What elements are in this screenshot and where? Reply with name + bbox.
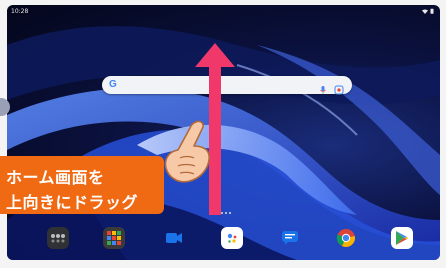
- battery-icon: [430, 8, 434, 16]
- page-dot: [221, 212, 223, 214]
- google-logo: G: [109, 79, 117, 90]
- home-screen[interactable]: 10:28 G: [7, 5, 440, 260]
- meet-app-icon[interactable]: [163, 227, 185, 249]
- mic-icon[interactable]: [318, 80, 328, 94]
- lens-icon[interactable]: [334, 80, 344, 95]
- callout-line-1: ホーム画面を: [6, 168, 105, 187]
- play-store-app-icon[interactable]: [391, 227, 413, 249]
- app-dock: [39, 227, 419, 253]
- pointing-hand-icon: [164, 120, 210, 183]
- page-indicator: [221, 212, 231, 214]
- assistant-app-icon[interactable]: [221, 227, 243, 249]
- page-dot: [229, 212, 231, 214]
- app-grid-icon[interactable]: [103, 227, 125, 249]
- tablet-frame: 10:28 G ホーム画面を 上向きにドラッグ: [0, 0, 446, 268]
- chrome-app-icon[interactable]: [335, 227, 357, 249]
- callout-line-2: 上向きにドラッグ: [6, 193, 139, 212]
- messages-app-icon[interactable]: [279, 227, 301, 249]
- status-icons: [422, 8, 434, 16]
- status-bar: 10:28: [7, 5, 440, 17]
- folder-app-icon[interactable]: [47, 227, 69, 249]
- wifi-icon: [422, 9, 428, 16]
- status-time: 10:28: [11, 8, 29, 15]
- page-dot: [225, 212, 227, 214]
- instruction-callout: ホーム画面を 上向きにドラッグ: [0, 156, 164, 214]
